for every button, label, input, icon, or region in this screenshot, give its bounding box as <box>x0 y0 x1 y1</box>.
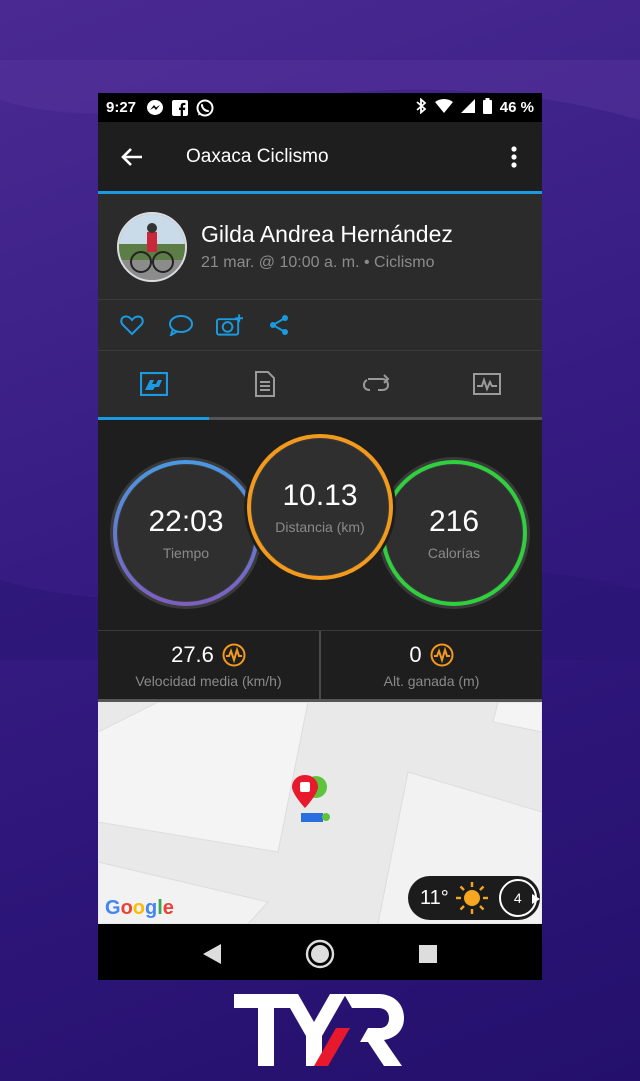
home-circle-icon <box>305 939 335 969</box>
comment-icon <box>168 315 193 336</box>
heart-icon <box>119 315 144 336</box>
signal-icon <box>460 98 475 117</box>
stats-panel: 22:03 Tiempo 216 Calorías 10.13 Distanci… <box>98 420 542 630</box>
wind-speed: 4 <box>513 890 522 906</box>
app-bar: Oaxaca Ciclismo <box>98 122 542 194</box>
avg-speed-label: Velocidad media (km/h) <box>135 672 282 689</box>
route-markers-icon <box>292 775 330 822</box>
status-time: 9:27 <box>106 99 137 116</box>
facebook-icon <box>172 99 189 116</box>
share-button[interactable] <box>265 312 292 339</box>
like-button[interactable] <box>118 312 145 339</box>
google-letter-o: o <box>120 897 133 919</box>
pulse-badge-icon <box>222 643 246 666</box>
loop-icon <box>362 374 389 391</box>
back-button[interactable] <box>98 122 166 191</box>
wind-compass: 4 <box>498 879 540 917</box>
page-title: Oaxaca Ciclismo <box>186 145 329 167</box>
brand-logo <box>234 994 404 1066</box>
whatsapp-icon <box>196 99 214 117</box>
battery-percent: 46 % <box>499 99 534 116</box>
action-row <box>98 300 542 351</box>
user-name[interactable]: Gilda Andrea Hernández <box>201 221 453 248</box>
avg-speed-value: 27.6 <box>171 641 214 667</box>
pulse-badge-icon <box>430 643 454 666</box>
avatar[interactable] <box>117 211 187 282</box>
secondary-stats: 27.6 Velocidad media (km/h) 0 Alt. ganad… <box>98 630 542 702</box>
battery-icon <box>482 97 492 118</box>
messenger-icon <box>146 99 164 117</box>
comment-button[interactable] <box>167 312 194 339</box>
nav-back-button[interactable] <box>192 934 232 974</box>
elevation-stat: 0 Alt. ganada (m) <box>319 631 542 699</box>
distance-value: 10.13 <box>282 479 358 512</box>
elevation-value: 0 <box>409 641 422 667</box>
calories-ring: 216 Calorías <box>378 457 530 609</box>
square-recents-icon <box>419 945 437 963</box>
sun-icon <box>455 882 488 914</box>
wifi-icon <box>434 98 453 117</box>
bluetooth-icon <box>415 97 427 118</box>
tab-bar <box>98 351 542 420</box>
avg-speed-stat: 27.6 Velocidad media (km/h) <box>98 631 319 699</box>
activity-meta: 21 mar. @ 10:00 a. m. • Ciclismo <box>201 254 435 271</box>
time-ring: 22:03 Tiempo <box>110 457 262 609</box>
document-icon <box>254 371 275 397</box>
tab-charts[interactable] <box>431 351 542 417</box>
wind-direction-icon <box>531 894 540 904</box>
more-vert-icon <box>511 145 517 168</box>
nav-recents-button[interactable] <box>408 934 448 974</box>
google-letter-g: G <box>105 897 121 919</box>
tab-laps[interactable] <box>320 351 431 417</box>
phone-screen: 9:27 46 % Oaxaca Ciclismo Gilda Andrea H… <box>98 93 542 980</box>
google-letter-o2: o <box>132 897 145 919</box>
temperature: 11° <box>420 886 449 909</box>
arrow-back-icon <box>121 147 142 166</box>
tab-summary[interactable] <box>98 351 209 417</box>
activity-header: Gilda Andrea Hernández 21 mar. @ 10:00 a… <box>98 194 542 300</box>
add-photo-button[interactable] <box>216 312 243 339</box>
summary-chart-icon <box>139 372 168 396</box>
overflow-menu-button[interactable] <box>486 122 542 191</box>
share-icon <box>269 315 288 335</box>
elevation-label: Alt. ganada (m) <box>383 672 480 689</box>
line-chart-icon <box>472 373 501 395</box>
weather-badge[interactable]: 11° 4 <box>408 876 540 920</box>
route-map[interactable]: Google 11° 4 <box>98 702 542 924</box>
status-bar: 9:27 46 % <box>98 93 542 122</box>
nav-home-button[interactable] <box>300 934 340 974</box>
android-nav-bar <box>98 924 542 980</box>
triangle-back-icon <box>203 944 221 964</box>
google-letter-g2: g <box>145 897 158 919</box>
distance-ring: 10.13 Distancia (km) <box>244 431 396 583</box>
cyclist-photo-icon <box>119 213 185 280</box>
google-logo: Google <box>105 897 174 920</box>
tab-details[interactable] <box>209 351 320 417</box>
distance-label: Distancia (km) <box>275 519 365 535</box>
google-letter-e: e <box>162 897 174 919</box>
camera-add-icon <box>216 314 243 336</box>
